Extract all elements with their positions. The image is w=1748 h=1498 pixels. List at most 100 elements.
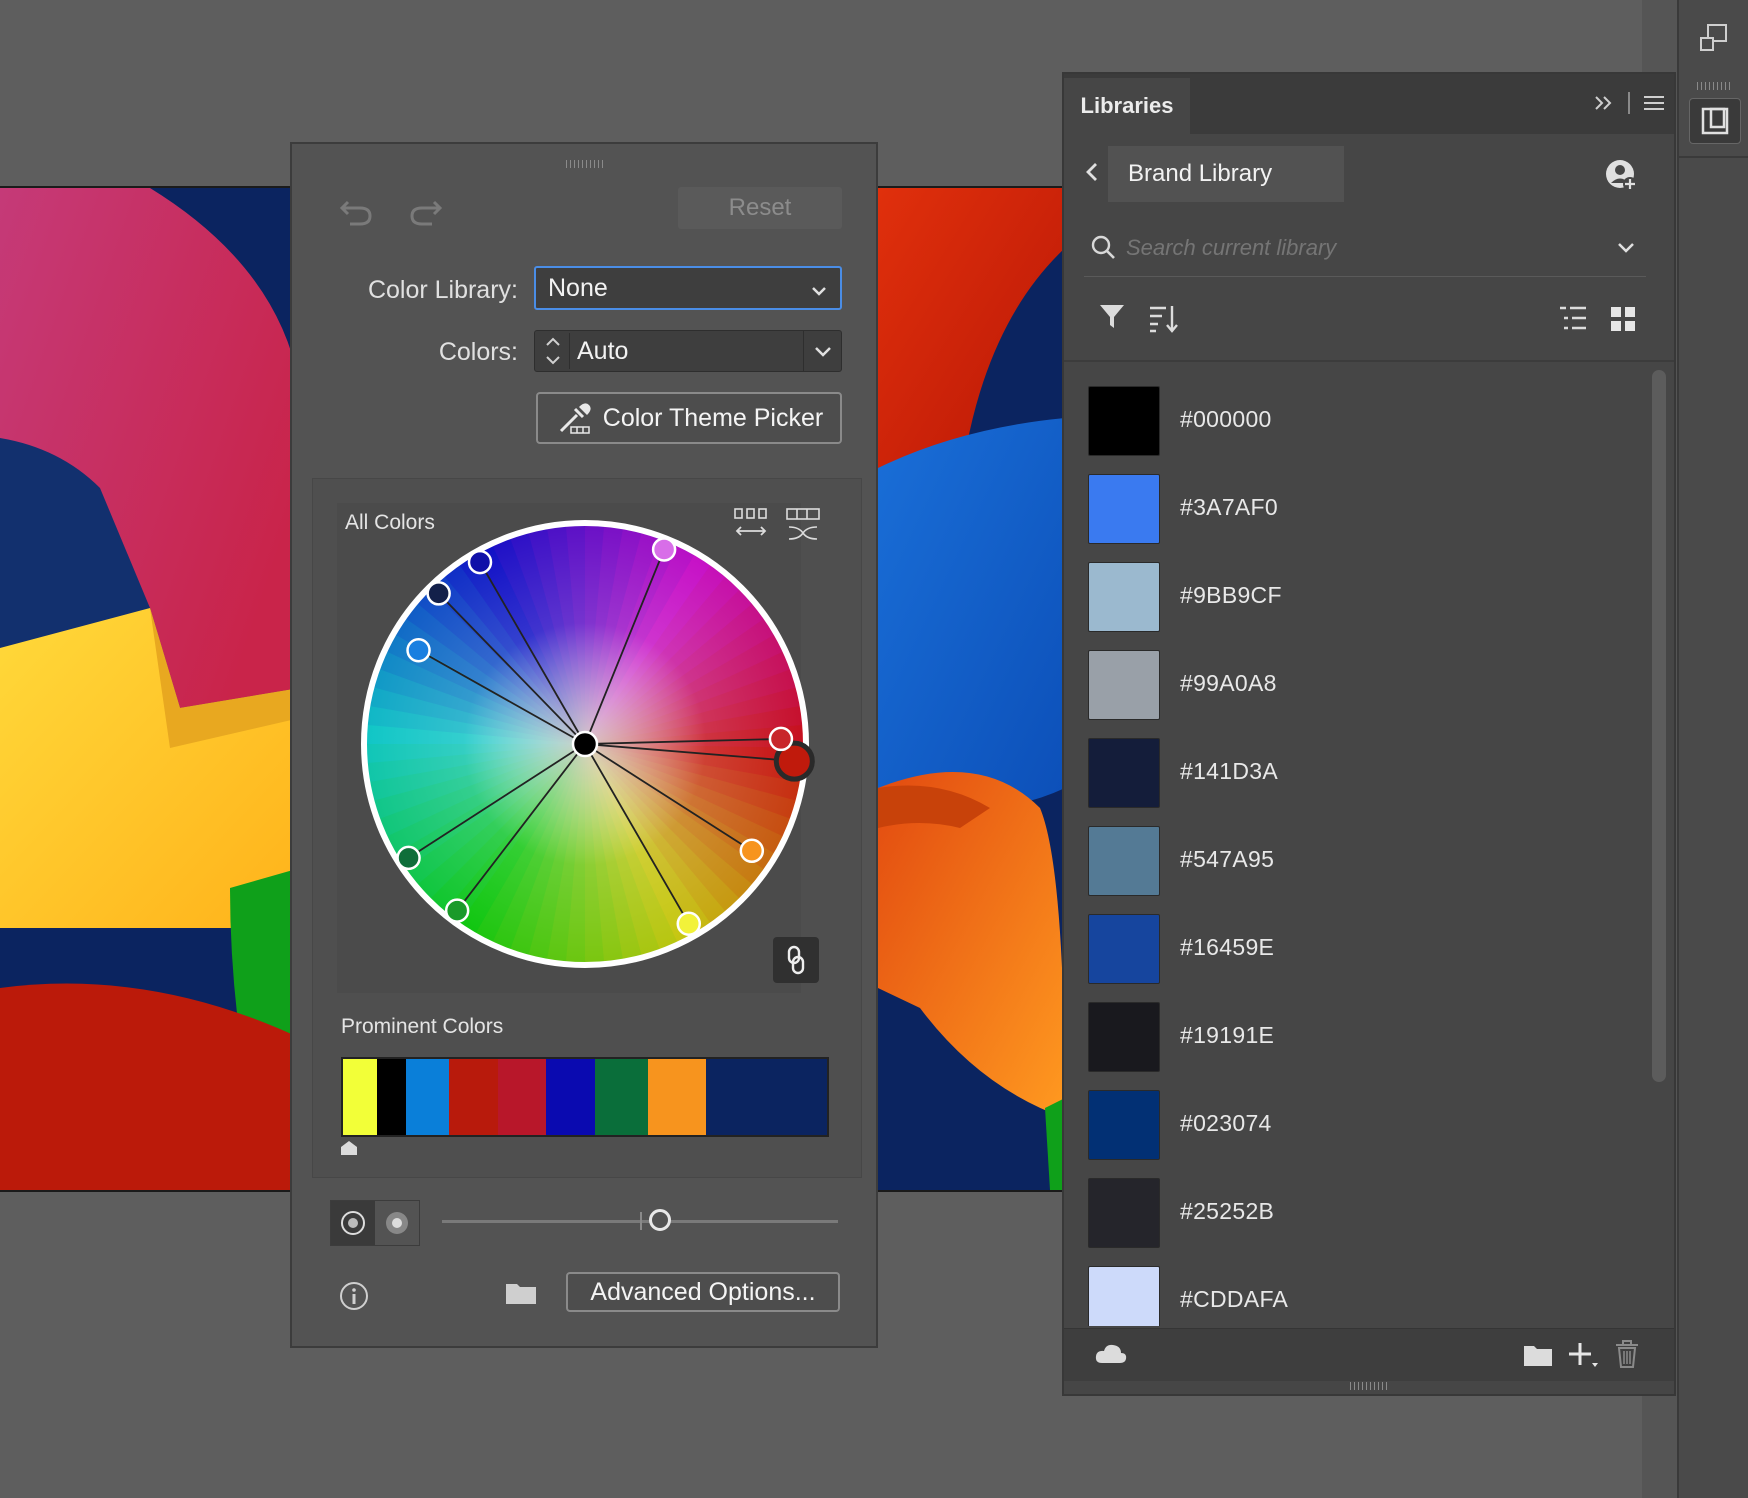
prominent-colors-slider-handle[interactable] [339, 1139, 359, 1162]
list-view-icon[interactable] [1558, 304, 1588, 339]
swatch-list-scrollbar[interactable] [1652, 370, 1666, 1082]
library-swatch-item[interactable]: #141D3A [1088, 738, 1628, 812]
libraries-panel-icon[interactable] [1689, 98, 1741, 144]
libraries-panel: Libraries Brand Library #000000 [1062, 72, 1676, 1396]
brightness-slider-midmark [640, 1212, 642, 1230]
reset-button[interactable]: Reset [678, 187, 842, 229]
wheel-node[interactable] [396, 845, 421, 871]
library-swatch-item[interactable]: #023074 [1088, 1090, 1628, 1164]
swatch-color-chip[interactable] [1088, 914, 1160, 984]
prominent-color-segment[interactable] [647, 1059, 707, 1135]
prominent-color-segment[interactable] [594, 1059, 648, 1135]
search-input[interactable] [1124, 230, 1598, 266]
swatch-color-chip[interactable] [1088, 650, 1160, 720]
swatch-list: #000000 #3A7AF0 #9BB9CF #99A0A8 #141D3A #547A… [1064, 362, 1674, 1326]
add-user-icon[interactable] [1604, 158, 1640, 199]
prominent-color-segment[interactable] [497, 1059, 547, 1135]
wheel-node[interactable] [676, 911, 702, 936]
colors-dropdown-toggle[interactable] [803, 331, 842, 371]
advanced-options-button[interactable]: Advanced Options... [566, 1272, 840, 1312]
chevron-down-icon[interactable] [1616, 238, 1636, 263]
library-name-dropdown[interactable]: Brand Library [1108, 146, 1344, 202]
colors-field[interactable]: Auto [534, 330, 842, 372]
add-icon[interactable] [1566, 1339, 1600, 1376]
tab-divider [1628, 92, 1630, 114]
wheel-node[interactable] [426, 581, 451, 606]
link-icon[interactable] [773, 937, 819, 983]
collapse-icon[interactable] [1592, 92, 1616, 119]
chevron-down-icon [815, 347, 831, 357]
panel-drag-handle[interactable] [566, 160, 606, 168]
color-wheel-section: All Colors Prominent Colors [312, 478, 862, 1178]
arrange-documents-icon[interactable] [1689, 16, 1739, 60]
display-mode-toggle[interactable] [330, 1200, 420, 1246]
swatch-label: #25252B [1180, 1198, 1275, 1224]
wheel-base-node[interactable] [571, 730, 599, 758]
wheel-node[interactable] [406, 637, 431, 663]
swatch-color-chip[interactable] [1088, 1002, 1160, 1072]
swatch-label: #023074 [1180, 1110, 1272, 1136]
tab-libraries[interactable]: Libraries [1064, 78, 1190, 134]
swatch-color-chip[interactable] [1088, 386, 1160, 456]
library-swatch-item[interactable]: #99A0A8 [1088, 650, 1628, 724]
swatch-color-chip[interactable] [1088, 474, 1160, 544]
library-swatch-item[interactable]: #19191E [1088, 1002, 1628, 1076]
brightness-slider-thumb[interactable] [649, 1209, 671, 1231]
color-theme-picker-button[interactable]: Color Theme Picker [536, 392, 842, 444]
filter-icon[interactable] [1098, 302, 1126, 335]
trash-icon[interactable] [1614, 1339, 1640, 1374]
folder-icon[interactable] [504, 1278, 538, 1313]
prominent-colors-bar[interactable] [341, 1057, 829, 1137]
wheel-node[interactable] [444, 898, 470, 923]
panel-menu-icon[interactable] [1642, 92, 1666, 119]
segmented-wheel-icon[interactable] [375, 1201, 419, 1245]
dock-grip[interactable] [1697, 82, 1733, 90]
color-library-label: Color Library: [367, 276, 518, 304]
colors-label: Colors: [438, 338, 518, 366]
wheel-node[interactable] [768, 726, 794, 752]
prominent-color-segment[interactable] [343, 1059, 377, 1135]
library-swatch-item[interactable]: #9BB9CF [1088, 562, 1628, 636]
swatch-color-chip[interactable] [1088, 1090, 1160, 1160]
library-swatch-item[interactable]: #16459E [1088, 914, 1628, 988]
swatch-color-chip[interactable] [1088, 738, 1160, 808]
swatch-label: #9BB9CF [1180, 582, 1282, 608]
library-swatch-item[interactable]: #000000 [1088, 386, 1628, 460]
color-library-dropdown[interactable]: None [534, 266, 842, 310]
library-swatch-item[interactable]: #3A7AF0 [1088, 474, 1628, 548]
stepper-icon[interactable] [539, 333, 570, 369]
prominent-color-segment[interactable] [706, 1059, 828, 1135]
eyedropper-icon [555, 399, 593, 437]
recolor-artwork-panel: Reset Color Library: None Colors: Auto C… [290, 142, 878, 1348]
color-wheel[interactable] [313, 479, 863, 999]
wheel-node[interactable] [467, 549, 493, 575]
prominent-color-segment[interactable] [449, 1059, 498, 1135]
redo-icon[interactable] [408, 194, 444, 233]
cloud-icon[interactable] [1094, 1341, 1128, 1372]
undo-icon[interactable] [338, 194, 374, 233]
library-search-field[interactable] [1084, 220, 1646, 277]
library-swatch-item[interactable]: #CDDAFA [1088, 1266, 1628, 1326]
wheel-node[interactable] [651, 537, 677, 562]
panel-resize-grip[interactable] [1350, 1382, 1388, 1390]
prominent-color-segment[interactable] [405, 1059, 450, 1135]
swatch-color-chip[interactable] [1088, 1178, 1160, 1248]
color-theme-picker-label: Color Theme Picker [602, 403, 824, 432]
libraries-footer [1064, 1328, 1674, 1381]
swatch-color-chip[interactable] [1088, 1266, 1160, 1326]
new-folder-icon[interactable] [1522, 1341, 1554, 1374]
swatch-color-chip[interactable] [1088, 562, 1160, 632]
smooth-wheel-icon[interactable] [331, 1201, 375, 1245]
dock-divider [1679, 156, 1748, 158]
prominent-color-segment[interactable] [546, 1059, 595, 1135]
library-swatch-item[interactable]: #25252B [1088, 1178, 1628, 1252]
back-icon[interactable] [1082, 160, 1102, 189]
swatch-color-chip[interactable] [1088, 826, 1160, 896]
prominent-color-segment[interactable] [376, 1059, 406, 1135]
info-icon[interactable] [338, 1280, 370, 1317]
library-swatch-item[interactable]: #547A95 [1088, 826, 1628, 900]
panel-dock [1677, 0, 1748, 1498]
grid-view-icon[interactable] [1610, 306, 1636, 337]
wheel-node[interactable] [739, 838, 765, 864]
sort-icon[interactable] [1148, 302, 1180, 339]
